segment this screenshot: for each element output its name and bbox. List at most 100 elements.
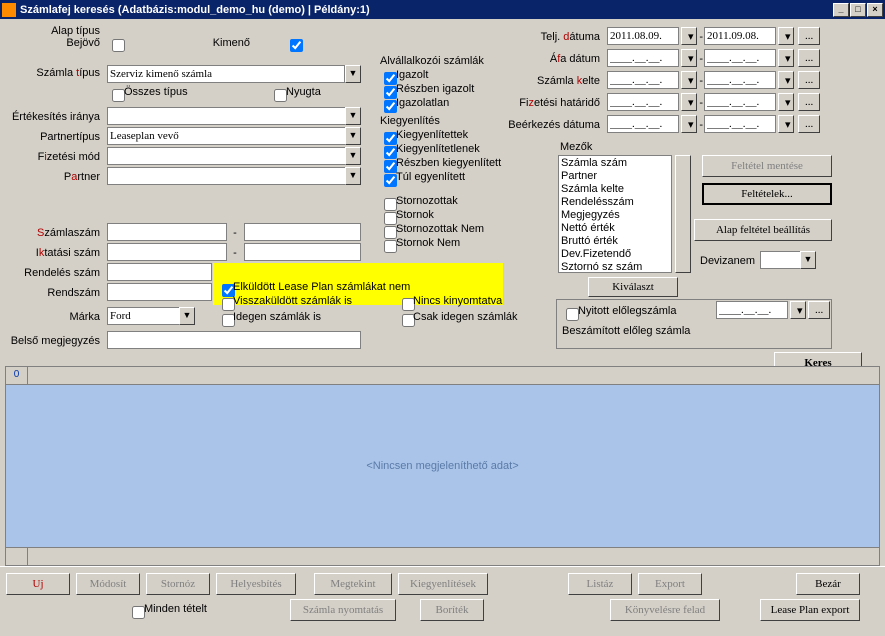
results-grid[interactable]: 0 <Nincsen megjeleníthető adat> (5, 366, 880, 566)
mezok-item[interactable]: Nettó érték (561, 222, 669, 235)
mezok-item[interactable]: Dev.Fizetendő (561, 248, 669, 261)
fizhat-to-drop-button[interactable]: ▾ (778, 93, 794, 111)
mezok-item[interactable]: Számla kelte (561, 183, 669, 196)
fizhat-to-input[interactable] (704, 93, 776, 111)
mezok-item[interactable]: Megjegyzés (561, 209, 669, 222)
szla-nyomtatas-button[interactable]: Számla nyomtatás (290, 599, 396, 621)
marka-select[interactable] (107, 307, 195, 325)
szlaszam-to-input[interactable] (244, 223, 361, 241)
iktszam-from-input[interactable] (107, 243, 227, 261)
afa-from-input[interactable] (607, 49, 679, 67)
kelte-from-drop-button[interactable]: ▾ (681, 71, 697, 89)
telj-to-input[interactable] (704, 27, 776, 45)
helyesbites-button[interactable]: Helyesbítés (216, 573, 296, 595)
label-partnertipus: Partnertípus (20, 131, 100, 143)
partnertipus-select[interactable] (107, 127, 361, 145)
label-mezok: Mezők (558, 141, 594, 153)
kelte-to-drop-button[interactable]: ▾ (778, 71, 794, 89)
alap-felt-button[interactable]: Alap feltétel beállítás (694, 219, 832, 241)
mezok-item[interactable]: Partner (561, 170, 669, 183)
boritek-button[interactable]: Boríték (420, 599, 484, 621)
lp-export-button[interactable]: Lease Plan export (760, 599, 860, 621)
mezok-scrollbar[interactable] (675, 155, 691, 273)
kelte-to-input[interactable] (704, 71, 776, 89)
mezok-item[interactable]: Rendelésszám (561, 196, 669, 209)
belso-mj-input[interactable] (107, 331, 361, 349)
uj-button[interactable]: Uj (6, 573, 70, 595)
szamla-tipus-select[interactable] (107, 65, 345, 83)
telj-clear-button[interactable]: ... (798, 27, 820, 45)
nyitott-eloleg-drop-button[interactable]: ▾ (790, 301, 806, 319)
beerk-clear-button[interactable]: ... (798, 115, 820, 133)
label-alap-tipus: Alap típus (40, 25, 100, 37)
label-reszben-kiegy: Részben kiegyenlített (396, 157, 501, 169)
modosit-button[interactable]: Módosít (76, 573, 140, 595)
kelte-from-input[interactable] (607, 71, 679, 89)
fizmod-select[interactable] (107, 147, 361, 165)
afa-to-input[interactable] (704, 49, 776, 67)
telj-from-input[interactable] (607, 27, 679, 45)
ertek-iranya-select[interactable] (107, 107, 361, 125)
label-kimeno: Kimenő (200, 37, 250, 49)
fizhat-from-drop-button[interactable]: ▾ (681, 93, 697, 111)
label-stornok-nem: Stornok Nem (396, 237, 460, 249)
grid-footer (6, 547, 879, 565)
label-tul-egy: Túl egyenlített (396, 171, 465, 183)
feltetelek-button[interactable]: Feltételek... (702, 183, 832, 205)
szlaszam-from-input[interactable] (107, 223, 227, 241)
kimeno-checkbox[interactable] (290, 39, 303, 52)
partner-select[interactable] (107, 167, 361, 185)
mezok-item[interactable]: Bruttó érték (561, 235, 669, 248)
search-form: Alap típus Bejövő Kimenő Számla típus ▼ … (0, 19, 885, 366)
minimize-button[interactable]: _ (833, 3, 849, 17)
nyitott-eloleg-clear-button[interactable]: ... (808, 301, 830, 319)
kiegyenlitesek-button[interactable]: Kiegyenlítések (398, 573, 488, 595)
bezar-button[interactable]: Bezár (796, 573, 860, 595)
mezok-item[interactable]: Sztornó sz szám (561, 261, 669, 273)
afa-from-drop-button[interactable]: ▾ (681, 49, 697, 67)
beerk-to-drop-button[interactable]: ▾ (778, 115, 794, 133)
beerk-to-input[interactable] (704, 115, 776, 133)
megtekint-button[interactable]: Megtekint (314, 573, 392, 595)
bejovo-checkbox[interactable] (112, 39, 125, 52)
fizhat-clear-button[interactable]: ... (798, 93, 820, 111)
beerk-from-input[interactable] (607, 115, 679, 133)
label-visszakuldott: Visszaküldött számlák is (233, 295, 352, 307)
close-button[interactable]: × (867, 3, 883, 17)
feltetel-mentese-button[interactable]: Feltétel mentése (702, 155, 832, 177)
iktszam-to-input[interactable] (244, 243, 361, 261)
kivalaszt-button[interactable]: Kiválaszt (588, 277, 678, 297)
label-devizanem: Devizanem (700, 255, 756, 267)
rendszam2-input[interactable] (107, 283, 212, 301)
mezok-item[interactable]: Számla szám (561, 157, 669, 170)
grid-count: 0 (6, 367, 28, 384)
label-partner: Partner (20, 171, 100, 183)
listaz-button[interactable]: Listáz (568, 573, 632, 595)
grid-empty-text: <Nincsen megjeleníthető adat> (366, 460, 518, 472)
label-igazolatlan: Igazolatlan (396, 97, 449, 109)
label-reszben-igazolt: Részben igazolt (396, 83, 474, 95)
rendszam-input[interactable] (107, 263, 212, 281)
label-szla-kelte: Számla kelte (530, 75, 600, 87)
nyitott-eloleg-date[interactable] (716, 301, 788, 319)
label-fizmod: Fizetési mód (20, 151, 100, 163)
kelte-clear-button[interactable]: ... (798, 71, 820, 89)
telj-to-drop-button[interactable]: ▾ (778, 27, 794, 45)
telj-from-drop-button[interactable]: ▾ (681, 27, 697, 45)
devizanem-select[interactable] (760, 251, 816, 269)
stornoz-button[interactable]: Stornóz (146, 573, 210, 595)
maximize-button[interactable]: □ (850, 3, 866, 17)
group-kiegyenlites: Kiegyenlítés (378, 115, 442, 127)
app-icon (2, 3, 16, 17)
export-button[interactable]: Export (638, 573, 702, 595)
label-fizhat: Fizetési határidő (515, 97, 600, 109)
group-alvallalkozoi: Alvállalkozói számlák (378, 55, 486, 67)
fizhat-from-input[interactable] (607, 93, 679, 111)
afa-to-drop-button[interactable]: ▾ (778, 49, 794, 67)
mezok-listbox[interactable]: Számla számPartnerSzámla kelteRendeléssz… (558, 155, 672, 273)
beerk-from-drop-button[interactable]: ▾ (681, 115, 697, 133)
afa-clear-button[interactable]: ... (798, 49, 820, 67)
label-csak-idegen: Csak idegen számlák (413, 311, 518, 323)
konyv-felad-button[interactable]: Könyvelésre felad (610, 599, 720, 621)
label-kiegyenlitetlenek: Kiegyenlítetlenek (396, 143, 480, 155)
